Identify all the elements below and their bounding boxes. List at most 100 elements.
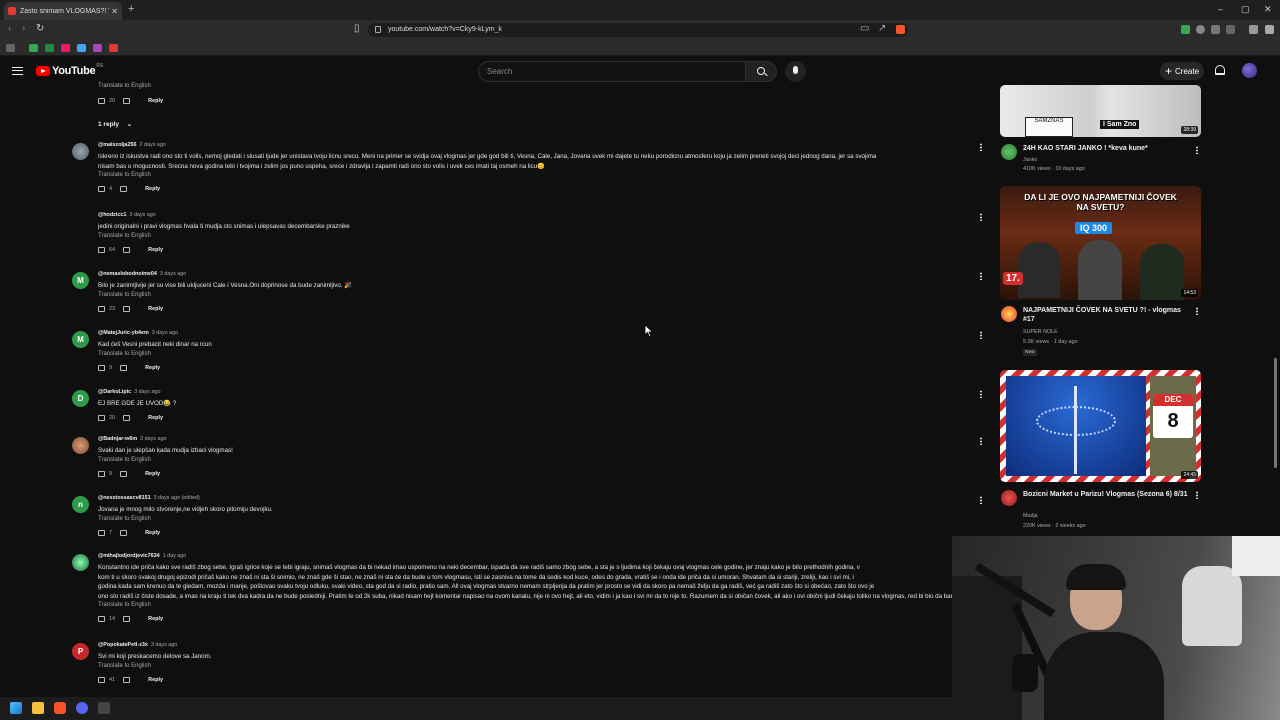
commenter-handle[interactable]: @DarkoLipic [98, 389, 131, 395]
like-icon[interactable] [98, 676, 105, 683]
translate-link[interactable]: Translate to English [98, 83, 151, 89]
comment-timestamp[interactable]: 1 day ago [163, 553, 187, 559]
commenter-handle[interactable]: @Badnjar-w6m [98, 436, 137, 442]
comment-timestamp[interactable]: 2 days ago [140, 142, 166, 148]
channel-name[interactable]: Janko [1023, 157, 1037, 165]
like-icon[interactable] [98, 305, 105, 312]
search-button[interactable] [745, 61, 777, 82]
back-icon[interactable]: ‹ [8, 23, 11, 34]
translate-link[interactable]: Translate to English [98, 663, 151, 669]
youtube-logo[interactable]: YouTube RS [36, 63, 103, 77]
comment-timestamp[interactable]: 3 days ago [134, 389, 160, 395]
music-icon[interactable] [1249, 25, 1258, 34]
dislike-icon[interactable] [123, 616, 131, 622]
video-title[interactable]: 24H KAO STARI JANKO ! *keva kune* [1023, 144, 1193, 153]
like-icon[interactable] [98, 364, 105, 371]
dislike-icon[interactable] [120, 186, 128, 192]
commenter-handle[interactable]: @nesstossascv8151 [98, 495, 151, 501]
search-input[interactable]: Search [478, 61, 746, 82]
reply-button[interactable]: Reply [148, 415, 163, 421]
reply-button[interactable]: Reply [148, 247, 163, 253]
extension-icon[interactable] [1181, 25, 1190, 34]
forward-icon[interactable]: › [22, 23, 25, 34]
commenter-handle[interactable]: @malszolja256 [98, 142, 137, 148]
translate-link[interactable]: Translate to English [98, 172, 151, 178]
dislike-icon[interactable] [120, 529, 128, 536]
comment-more-options-icon[interactable] [980, 272, 982, 280]
like-icon[interactable] [98, 414, 105, 421]
brave-browser-icon[interactable] [54, 702, 66, 714]
commenter-handle[interactable]: @hodzicc1 [98, 212, 126, 218]
address-bar[interactable]: youtube.com/watch?v=Cky9-kLym_k [368, 23, 908, 37]
reply-button[interactable]: Reply [148, 306, 163, 312]
create-button[interactable]: + Create [1160, 62, 1204, 80]
bookmark-icon[interactable] [61, 44, 70, 52]
video-thumbnail[interactable]: DEC 8 24:45 [1000, 370, 1201, 482]
dislike-icon[interactable] [120, 470, 128, 477]
channel-avatar[interactable] [1001, 490, 1017, 506]
comment-more-options-icon[interactable] [980, 437, 982, 445]
comment-more-options-icon[interactable] [980, 496, 982, 504]
comment-timestamp[interactable]: 3 days ago [160, 271, 186, 277]
bookmark-icon[interactable] [77, 44, 86, 52]
reply-button[interactable]: Reply [148, 98, 163, 104]
like-icon[interactable] [98, 186, 105, 192]
comment-more-options-icon[interactable] [980, 143, 982, 151]
commenter-avatar[interactable]: P [72, 643, 89, 660]
commenter-avatar[interactable] [72, 554, 89, 571]
sidebar-icon[interactable] [1226, 25, 1235, 34]
more-options-icon[interactable] [1196, 491, 1198, 499]
commenter-avatar[interactable]: n [72, 496, 89, 513]
close-window-button[interactable]: ✕ [1264, 4, 1272, 15]
more-options-icon[interactable] [1196, 307, 1198, 315]
translate-link[interactable]: Translate to English [98, 351, 151, 357]
menu-icon[interactable] [1265, 25, 1274, 34]
commenter-avatar[interactable] [72, 143, 89, 160]
reload-icon[interactable]: ↻ [36, 23, 44, 34]
channel-name[interactable]: Mudja [1023, 513, 1038, 521]
dislike-icon[interactable] [123, 676, 131, 683]
video-thumbnail[interactable]: DA LI JE OVO NAJPAMETNIJI ČOVEK NA SVETU… [1000, 186, 1201, 300]
comment-more-options-icon[interactable] [980, 390, 982, 398]
commenter-avatar[interactable]: M [72, 272, 89, 289]
extension-icon[interactable] [1196, 25, 1205, 34]
comment-timestamp[interactable]: 3 days ago [140, 436, 166, 442]
bookmark-icon[interactable] [29, 44, 38, 52]
bookmark-icon[interactable] [109, 44, 118, 52]
channel-avatar[interactable] [1001, 306, 1017, 322]
translate-link[interactable]: Translate to English [98, 457, 151, 463]
brave-shield-icon[interactable] [896, 25, 905, 34]
menu-hamburger-icon[interactable] [12, 67, 23, 75]
video-thumbnail[interactable]: I Sam Zno SAMZNAS 28:39 [1000, 85, 1201, 137]
close-tab-icon[interactable]: ✕ [111, 7, 118, 16]
dislike-icon[interactable] [120, 364, 128, 371]
share-icon[interactable]: ↗ [878, 23, 886, 34]
more-options-icon[interactable] [1196, 146, 1198, 154]
like-icon[interactable] [98, 246, 105, 253]
comment-timestamp[interactable]: 3 days ago [152, 330, 178, 336]
commenter-handle[interactable]: @MatejJuric-yb4em [98, 330, 149, 336]
reply-button[interactable]: Reply [145, 471, 160, 477]
comment-timestamp[interactable]: 3 days ago [129, 212, 155, 218]
minimize-button[interactable]: – [1218, 4, 1223, 14]
replies-toggle[interactable]: 1 reply ⌄ [98, 120, 132, 128]
reply-button[interactable]: Reply [145, 186, 160, 192]
notifications-bell-icon[interactable] [1215, 65, 1225, 75]
commenter-avatar[interactable] [72, 437, 89, 454]
reply-button[interactable]: Reply [145, 530, 160, 536]
apps-icon[interactable] [6, 44, 15, 52]
windows-start-icon[interactable] [10, 702, 22, 714]
bookmark-icon[interactable]: ▯ [354, 23, 360, 34]
commenter-handle[interactable]: @mihajlodjordjevic7634 [98, 553, 160, 559]
dislike-icon[interactable] [123, 246, 131, 253]
like-icon[interactable] [98, 470, 105, 477]
app-icon[interactable] [98, 702, 110, 714]
reply-button[interactable]: Reply [148, 616, 163, 622]
translate-link[interactable]: Translate to English [98, 516, 151, 522]
commenter-handle[interactable]: @PopokatePetl-z3x [98, 642, 148, 648]
voice-search-icon[interactable] [785, 61, 806, 82]
commenter-avatar[interactable] [72, 213, 89, 230]
reply-button[interactable]: Reply [148, 677, 163, 683]
video-title[interactable]: NAJPAMETNIJI ČOVEK NA SVETU ?! - vlogmas… [1023, 306, 1193, 324]
comment-timestamp[interactable]: 3 days ago [151, 642, 177, 648]
